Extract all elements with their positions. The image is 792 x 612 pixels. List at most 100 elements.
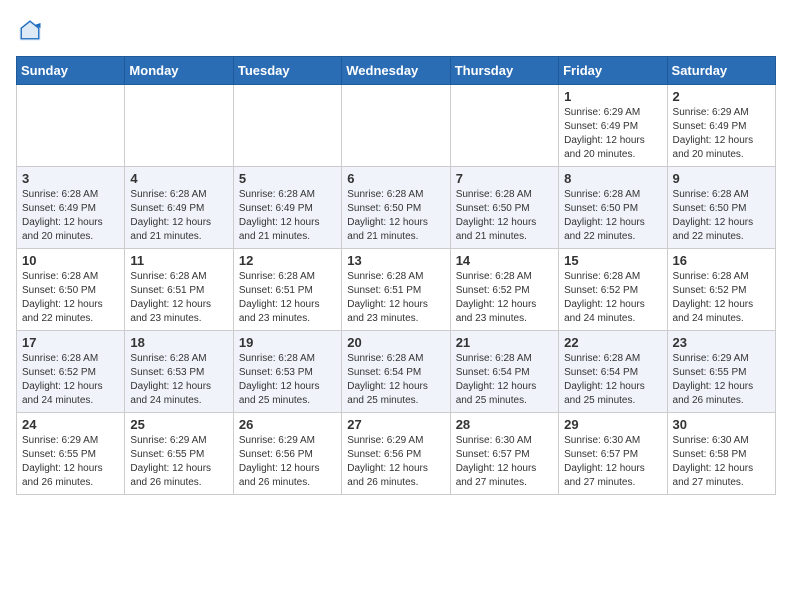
- calendar-cell: [17, 85, 125, 167]
- day-info: Sunrise: 6:30 AM Sunset: 6:57 PM Dayligh…: [456, 434, 553, 490]
- calendar-cell: 13Sunrise: 6:28 AM Sunset: 6:51 PM Dayli…: [342, 249, 450, 331]
- day-number: 28: [456, 417, 553, 432]
- calendar-cell: [233, 85, 341, 167]
- day-info: Sunrise: 6:28 AM Sunset: 6:52 PM Dayligh…: [673, 270, 770, 326]
- day-number: 4: [130, 171, 227, 186]
- day-number: 25: [130, 417, 227, 432]
- calendar-cell: 14 Sunrise: 6:28 AM Sunset: 6:52 PM Dayli…: [450, 249, 558, 331]
- day-info: Sunrise: 6:28 AM Sunset: 6:50 PM Dayligh…: [673, 188, 770, 244]
- calendar-cell: 2 Sunrise: 6:29 AM Sunset: 6:49 PM Daylig…: [667, 85, 775, 167]
- day-info: Sunrise: 6:29 AM Sunset: 6:56 PM Dayligh…: [239, 434, 336, 490]
- calendar-cell: 15 Sunrise: 6:28 AM Sunset: 6:52 PM Dayli…: [559, 249, 667, 331]
- day-info: Sunrise: 6:28 AM Sunset: 6:49 PM Dayligh…: [130, 188, 227, 244]
- calendar-cell: 7Sunrise: 6:28 AM Sunset: 6:50 PM Daylig…: [450, 167, 558, 249]
- day-number: 3: [22, 171, 119, 186]
- day-number: 5: [239, 171, 336, 186]
- calendar-cell: 5 Sunrise: 6:28 AM Sunset: 6:49 PM Daylig…: [233, 167, 341, 249]
- calendar-cell: 23 Sunrise: 6:29 AM Sunset: 6:55 PM Dayli…: [667, 331, 775, 413]
- day-info: Sunrise: 6:28 AM Sunset: 6:50 PM Dayligh…: [564, 188, 661, 244]
- calendar-cell: 25Sunrise: 6:29 AM Sunset: 6:55 PM Dayli…: [125, 413, 233, 495]
- day-info: Sunrise: 6:29 AM Sunset: 6:55 PM Dayligh…: [673, 352, 770, 408]
- day-number: 21: [456, 335, 553, 350]
- day-number: 7: [456, 171, 553, 186]
- day-number: 30: [673, 417, 770, 432]
- calendar-cell: 3Sunrise: 6:28 AM Sunset: 6:49 PM Daylig…: [17, 167, 125, 249]
- day-number: 29: [564, 417, 661, 432]
- day-number: 13: [347, 253, 444, 268]
- day-header-monday: Monday: [125, 57, 233, 85]
- logo-icon: [16, 16, 44, 44]
- calendar-cell: [125, 85, 233, 167]
- day-header-tuesday: Tuesday: [233, 57, 341, 85]
- day-number: 26: [239, 417, 336, 432]
- day-info: Sunrise: 6:29 AM Sunset: 6:49 PM Dayligh…: [564, 106, 661, 162]
- day-info: Sunrise: 6:28 AM Sunset: 6:52 PM Dayligh…: [22, 352, 119, 408]
- day-number: 17: [22, 335, 119, 350]
- calendar-header-row: SundayMondayTuesdayWednesdayThursdayFrid…: [17, 57, 776, 85]
- day-info: Sunrise: 6:29 AM Sunset: 6:55 PM Dayligh…: [22, 434, 119, 490]
- calendar-cell: [342, 85, 450, 167]
- calendar-cell: 28 Sunrise: 6:30 AM Sunset: 6:57 PM Dayli…: [450, 413, 558, 495]
- calendar-cell: 27 Sunrise: 6:29 AM Sunset: 6:56 PM Dayli…: [342, 413, 450, 495]
- calendar-cell: 12 Sunrise: 6:28 AM Sunset: 6:51 PM Dayli…: [233, 249, 341, 331]
- calendar-cell: 11 Sunrise: 6:28 AM Sunset: 6:51 PM Dayli…: [125, 249, 233, 331]
- day-header-friday: Friday: [559, 57, 667, 85]
- day-number: 14: [456, 253, 553, 268]
- calendar-cell: 21 Sunrise: 6:28 AM Sunset: 6:54 PM Dayli…: [450, 331, 558, 413]
- calendar-cell: 24 Sunrise: 6:29 AM Sunset: 6:55 PM Dayli…: [17, 413, 125, 495]
- day-number: 11: [130, 253, 227, 268]
- day-info: Sunrise: 6:28 AM Sunset: 6:51 PM Dayligh…: [130, 270, 227, 326]
- calendar-cell: 4 Sunrise: 6:28 AM Sunset: 6:49 PM Daylig…: [125, 167, 233, 249]
- calendar-week-row: 3 Sunrise: 6:28 AM Sunset: 6:49 PM Daylig…: [17, 167, 776, 249]
- calendar-cell: 16 Sunrise: 6:28 AM Sunset: 6:52 PM Dayli…: [667, 249, 775, 331]
- calendar-cell: 1Sunrise: 6:29 AM Sunset: 6:49 PM Daylig…: [559, 85, 667, 167]
- day-number: 15: [564, 253, 661, 268]
- calendar-cell: 26 Sunrise: 6:29 AM Sunset: 6:56 PM Dayli…: [233, 413, 341, 495]
- page-header: [16, 16, 776, 44]
- day-number: 18: [130, 335, 227, 350]
- calendar-cell: 19 Sunrise: 6:28 AM Sunset: 6:53 PM Dayli…: [233, 331, 341, 413]
- calendar-cell: 29Sunrise: 6:30 AM Sunset: 6:57 PM Dayli…: [559, 413, 667, 495]
- day-number: 19: [239, 335, 336, 350]
- day-number: 20: [347, 335, 444, 350]
- day-info: Sunrise: 6:28 AM Sunset: 6:54 PM Dayligh…: [347, 352, 444, 408]
- day-number: 27: [347, 417, 444, 432]
- day-info: Sunrise: 6:30 AM Sunset: 6:58 PM Dayligh…: [673, 434, 770, 490]
- calendar-cell: 8 Sunrise: 6:28 AM Sunset: 6:50 PM Daylig…: [559, 167, 667, 249]
- day-info: Sunrise: 6:28 AM Sunset: 6:51 PM Dayligh…: [239, 270, 336, 326]
- calendar-week-row: 1Sunrise: 6:29 AM Sunset: 6:49 PM Daylig…: [17, 85, 776, 167]
- day-header-saturday: Saturday: [667, 57, 775, 85]
- day-info: Sunrise: 6:29 AM Sunset: 6:49 PM Dayligh…: [673, 106, 770, 162]
- day-number: 23: [673, 335, 770, 350]
- day-info: Sunrise: 6:28 AM Sunset: 6:50 PM Dayligh…: [22, 270, 119, 326]
- day-number: 2: [673, 89, 770, 104]
- calendar-cell: 30 Sunrise: 6:30 AM Sunset: 6:58 PM Dayli…: [667, 413, 775, 495]
- calendar-week-row: 24 Sunrise: 6:29 AM Sunset: 6:55 PM Dayli…: [17, 413, 776, 495]
- calendar-week-row: 10 Sunrise: 6:28 AM Sunset: 6:50 PM Dayli…: [17, 249, 776, 331]
- day-number: 10: [22, 253, 119, 268]
- day-info: Sunrise: 6:28 AM Sunset: 6:49 PM Dayligh…: [239, 188, 336, 244]
- day-info: Sunrise: 6:28 AM Sunset: 6:54 PM Dayligh…: [564, 352, 661, 408]
- day-number: 12: [239, 253, 336, 268]
- day-number: 22: [564, 335, 661, 350]
- calendar-week-row: 17 Sunrise: 6:28 AM Sunset: 6:52 PM Dayli…: [17, 331, 776, 413]
- day-header-thursday: Thursday: [450, 57, 558, 85]
- day-info: Sunrise: 6:28 AM Sunset: 6:53 PM Dayligh…: [130, 352, 227, 408]
- day-info: Sunrise: 6:29 AM Sunset: 6:56 PM Dayligh…: [347, 434, 444, 490]
- day-number: 8: [564, 171, 661, 186]
- day-number: 6: [347, 171, 444, 186]
- day-number: 24: [22, 417, 119, 432]
- day-info: Sunrise: 6:28 AM Sunset: 6:52 PM Dayligh…: [564, 270, 661, 326]
- calendar-cell: 18 Sunrise: 6:28 AM Sunset: 6:53 PM Dayli…: [125, 331, 233, 413]
- calendar-cell: 9Sunrise: 6:28 AM Sunset: 6:50 PM Daylig…: [667, 167, 775, 249]
- day-info: Sunrise: 6:28 AM Sunset: 6:54 PM Dayligh…: [456, 352, 553, 408]
- day-info: Sunrise: 6:28 AM Sunset: 6:52 PM Dayligh…: [456, 270, 553, 326]
- day-info: Sunrise: 6:28 AM Sunset: 6:50 PM Dayligh…: [347, 188, 444, 244]
- day-header-wednesday: Wednesday: [342, 57, 450, 85]
- calendar-cell: 10 Sunrise: 6:28 AM Sunset: 6:50 PM Dayli…: [17, 249, 125, 331]
- day-info: Sunrise: 6:28 AM Sunset: 6:53 PM Dayligh…: [239, 352, 336, 408]
- calendar-table: SundayMondayTuesdayWednesdayThursdayFrid…: [16, 56, 776, 495]
- calendar-cell: 20 Sunrise: 6:28 AM Sunset: 6:54 PM Dayli…: [342, 331, 450, 413]
- calendar-cell: 6 Sunrise: 6:28 AM Sunset: 6:50 PM Daylig…: [342, 167, 450, 249]
- day-number: 16: [673, 253, 770, 268]
